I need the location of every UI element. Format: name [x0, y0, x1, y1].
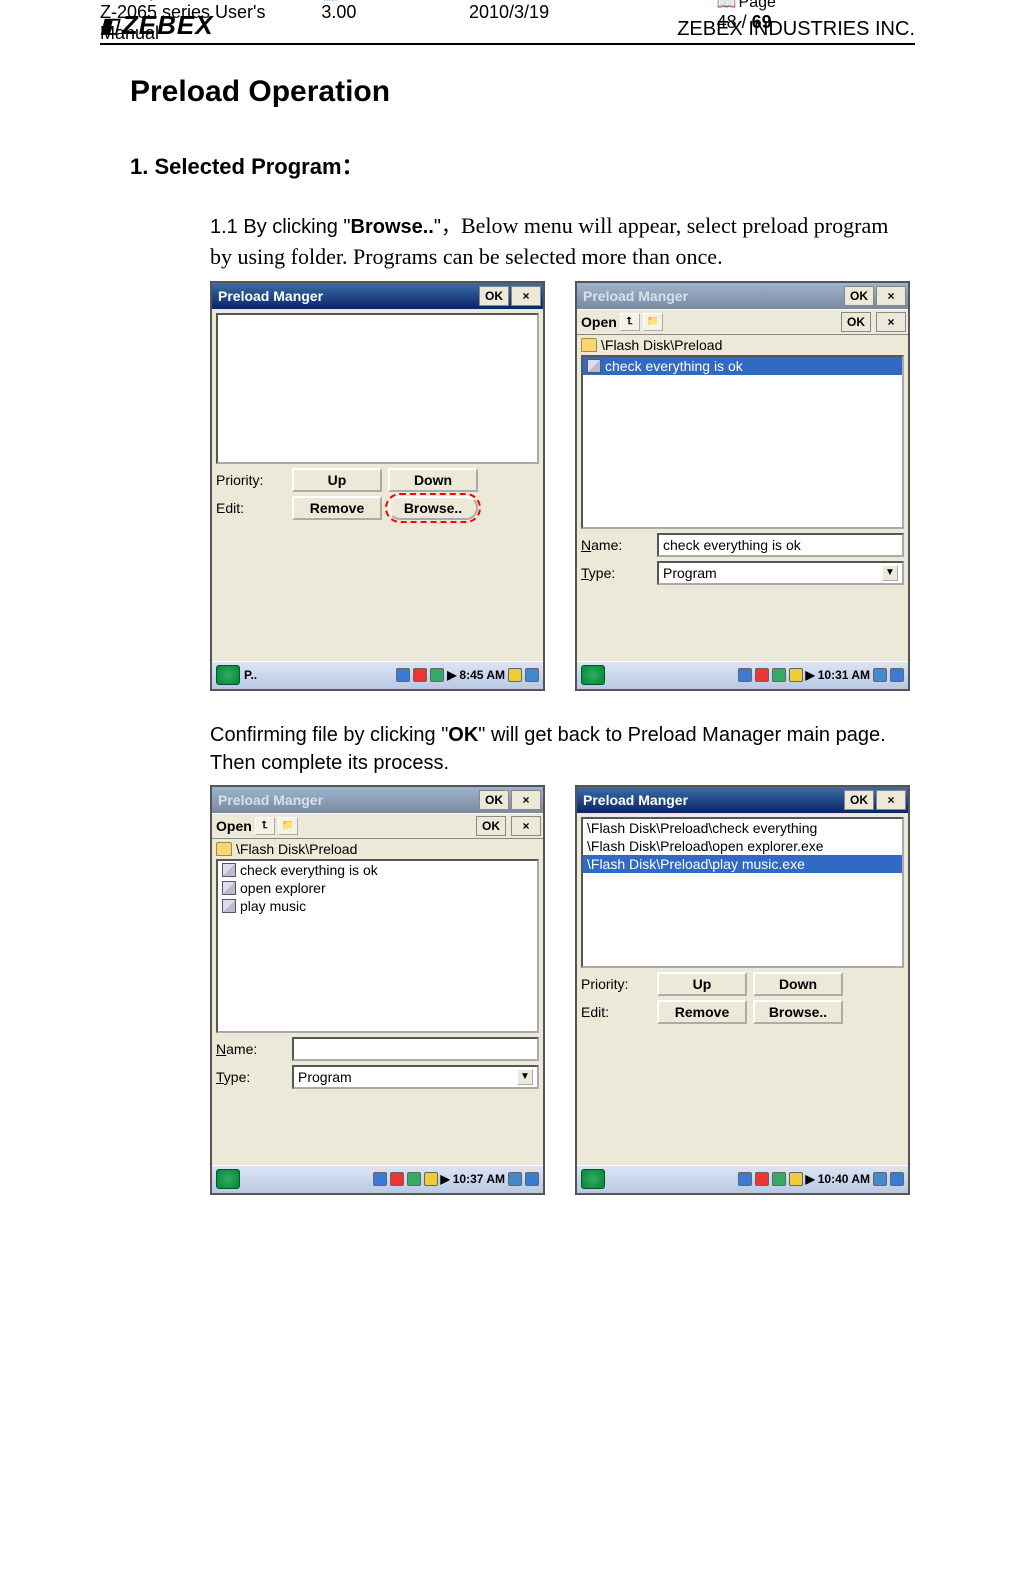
page-sep: / [737, 12, 752, 32]
page-current: 48 [717, 12, 737, 32]
calendar-icon: 📅 [469, 0, 489, 1]
document-icon: 📄 [321, 0, 341, 1]
footer-page-value: 48 / 69 [717, 12, 815, 33]
footer-subject-value: Z-2065 series User's Manual [100, 2, 321, 44]
book-icon: 📖 [717, 0, 737, 11]
footer-version-value: 3.00 [321, 2, 469, 23]
page-total: 69 [752, 12, 772, 32]
folder-icon: 📁 [100, 0, 120, 1]
page-footer: 📁Subject Z-2065 series User's Manual 📄Ve… [100, 0, 915, 1576]
footer-date-value: 2010/3/19 [469, 2, 617, 23]
footer-page-header: 📖Page [717, 0, 815, 12]
